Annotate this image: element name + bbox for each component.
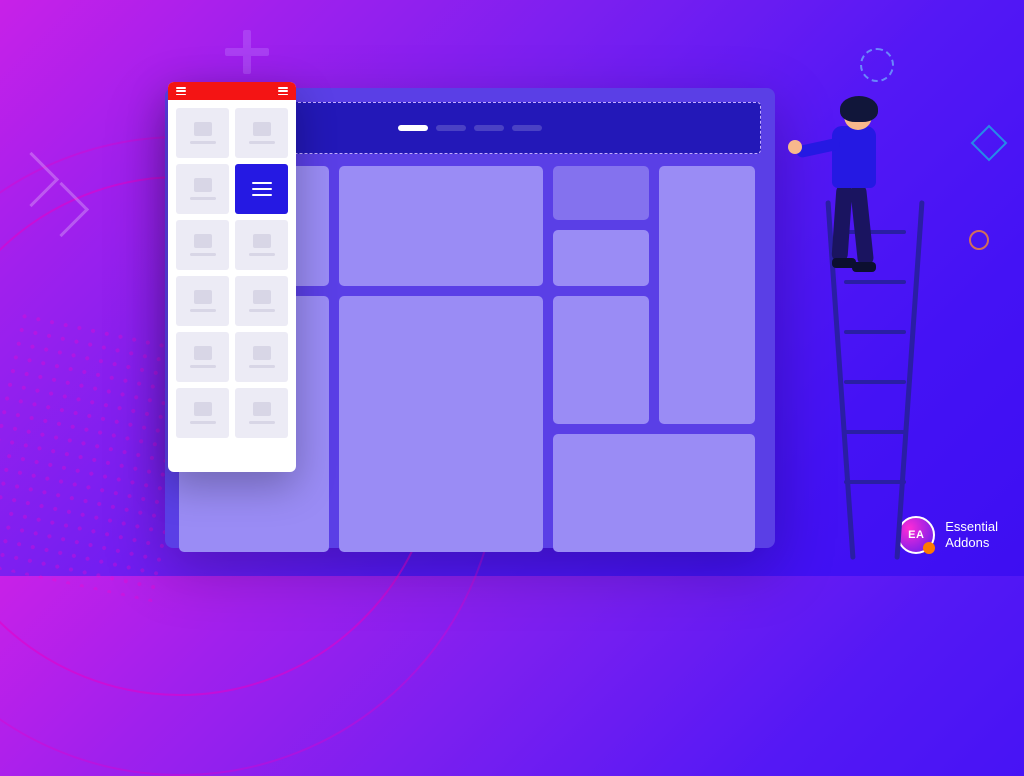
brand-line-1: Essential (945, 519, 998, 535)
widget-item[interactable] (176, 332, 229, 382)
content-block[interactable] (553, 296, 649, 424)
menu-icon[interactable] (176, 87, 186, 95)
widget-item[interactable] (235, 108, 288, 158)
content-block[interactable] (339, 296, 543, 552)
nav-item-4[interactable] (512, 125, 542, 131)
widget-item[interactable] (176, 220, 229, 270)
widget-panel (168, 82, 296, 472)
brand-mark: EA Essential Addons (897, 516, 998, 554)
widget-item[interactable] (176, 388, 229, 438)
content-block[interactable] (339, 166, 543, 286)
widget-item[interactable] (235, 220, 288, 270)
widget-item-selected[interactable] (235, 164, 288, 214)
widget-item[interactable] (235, 276, 288, 326)
nav-item-3[interactable] (474, 125, 504, 131)
widget-grid (168, 100, 296, 446)
widget-item[interactable] (235, 388, 288, 438)
header-nav (398, 125, 542, 131)
widget-item[interactable] (176, 276, 229, 326)
grid-icon[interactable] (278, 87, 288, 95)
orange-circle-icon (969, 230, 989, 250)
person-illustration (810, 100, 900, 300)
widget-item[interactable] (235, 332, 288, 382)
widget-item[interactable] (176, 108, 229, 158)
dashed-circle-icon (860, 48, 894, 82)
content-block-small[interactable] (553, 166, 649, 220)
diamond-outline-icon (971, 125, 1008, 162)
content-block-tall[interactable] (659, 166, 755, 424)
nav-item-1[interactable] (398, 125, 428, 131)
plus-icon (225, 30, 269, 74)
nav-item-2[interactable] (436, 125, 466, 131)
bg-chevrons-icon (2, 150, 122, 270)
widget-panel-header (168, 82, 296, 100)
hamburger-icon (252, 182, 272, 196)
content-block-wide[interactable] (553, 434, 755, 552)
content-block-small[interactable] (553, 230, 649, 286)
widget-item[interactable] (176, 164, 229, 214)
brand-line-2: Addons (945, 535, 998, 551)
brand-text: Essential Addons (945, 519, 998, 552)
